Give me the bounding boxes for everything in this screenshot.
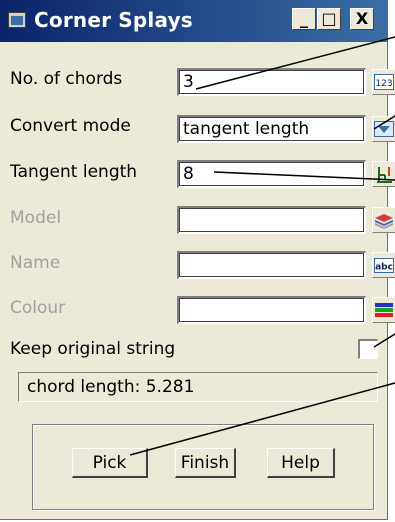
pick-measure-icon <box>377 167 392 183</box>
calculator-123-icon: 123 <box>374 74 394 90</box>
convert-mode-dropdown-button[interactable] <box>372 116 395 142</box>
tangent-length-label: Tangent length <box>10 162 138 182</box>
chords-input[interactable]: 3 <box>177 68 366 96</box>
model-input[interactable] <box>177 206 366 234</box>
colour-label: Colour <box>10 298 66 318</box>
colour-select-button[interactable] <box>372 297 395 323</box>
keep-original-checkbox[interactable] <box>358 339 378 359</box>
maximize-button[interactable]: □ <box>317 8 341 30</box>
corner-splays-dialog: Corner Splays _ □ X No. of chords 3 123 … <box>0 0 395 520</box>
chords-label: No. of chords <box>10 69 123 89</box>
keep-original-label: Keep original string <box>10 339 176 359</box>
title-bar[interactable]: Corner Splays _ □ X <box>0 0 388 42</box>
dropdown-arrow-icon <box>374 121 394 137</box>
colour-bars-icon <box>375 303 393 317</box>
window-title: Corner Splays <box>34 8 193 32</box>
chords-calculator-button[interactable]: 123 <box>372 69 395 95</box>
minimize-button[interactable]: _ <box>292 8 316 30</box>
help-button[interactable]: Help <box>267 448 335 478</box>
model-layers-icon <box>375 214 393 229</box>
model-select-button[interactable] <box>372 207 395 233</box>
tangent-length-pick-button[interactable] <box>372 161 395 187</box>
app-window-icon <box>8 12 26 28</box>
status-message: chord length: 5.281 <box>18 372 378 402</box>
convert-mode-label: Convert mode <box>10 116 131 136</box>
finish-button[interactable]: Finish <box>175 448 236 478</box>
abc-text-icon: abc <box>374 258 394 273</box>
close-button[interactable]: X <box>350 8 374 30</box>
convert-mode-select[interactable]: tangent length <box>177 115 366 143</box>
svg-text:abc: abc <box>375 263 393 273</box>
svg-text:123: 123 <box>375 79 392 89</box>
tangent-length-input[interactable]: 8 <box>177 160 366 188</box>
pick-button[interactable]: Pick <box>72 448 148 478</box>
name-input[interactable] <box>177 251 366 279</box>
name-text-button[interactable]: abc <box>372 252 395 278</box>
model-label: Model <box>10 208 62 228</box>
colour-input[interactable] <box>177 296 366 324</box>
name-label: Name <box>10 253 61 273</box>
